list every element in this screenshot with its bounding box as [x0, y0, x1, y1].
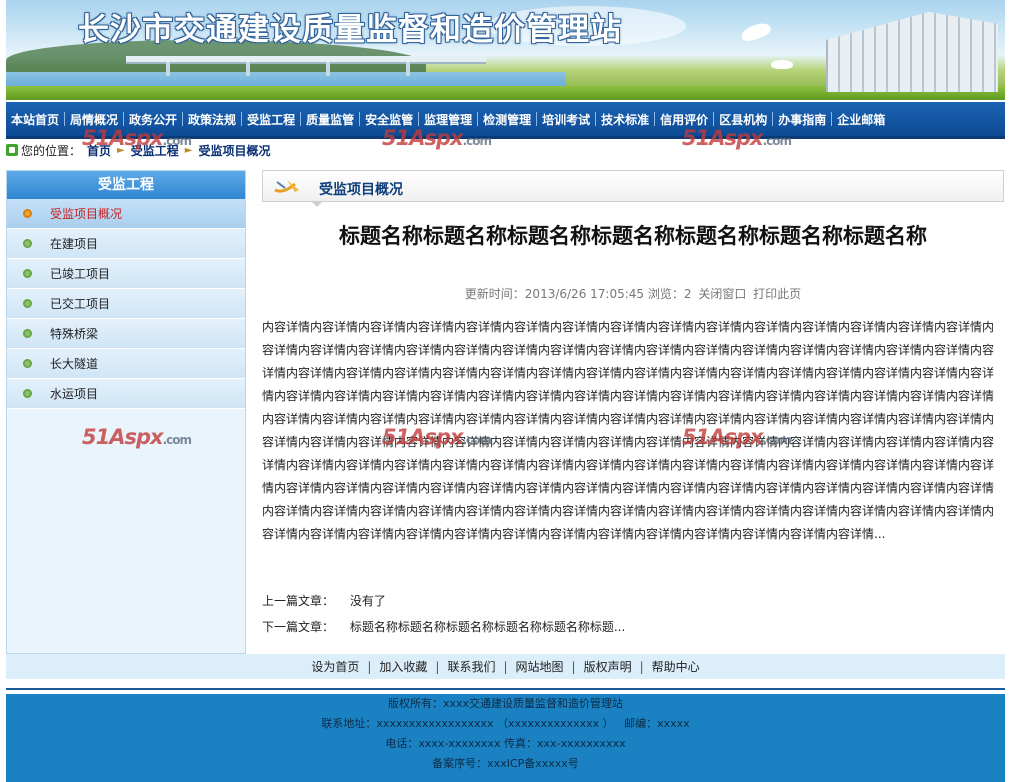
bullet-icon — [23, 389, 32, 398]
watermark-logo: 51Aspx.com — [682, 425, 792, 449]
nav-item[interactable]: 企业邮箱 — [832, 111, 890, 128]
nav-item[interactable]: 政务公开 — [124, 111, 182, 128]
site-banner: 长沙市交通建设质量监督和造价管理站 — [6, 0, 1005, 100]
nav-item[interactable]: 办事指南 — [773, 111, 831, 128]
sidebar-item[interactable]: 已交工项目 — [7, 289, 245, 319]
close-window-link[interactable]: 关闭窗口 — [698, 287, 746, 301]
nav-item[interactable]: 信用评价 — [655, 111, 713, 128]
article-title: 标题名称标题名称标题名称标题名称标题名称标题名称标题名称 — [339, 224, 927, 248]
next-article-link[interactable]: 标题名称标题名称标题名称标题名称标题名称标题... — [350, 620, 625, 634]
dove-icon — [739, 20, 773, 44]
sidebar-item[interactable]: 长大隧道 — [7, 349, 245, 379]
footer-link[interactable]: 加入收藏 — [371, 658, 435, 675]
sidebar-item-label: 受监项目概况 — [50, 207, 123, 221]
breadcrumb-current[interactable]: 受监项目概况 — [198, 142, 270, 159]
site-title: 长沙市交通建设质量监督和造价管理站 — [78, 12, 622, 48]
nav-item[interactable]: 局情概况 — [65, 111, 123, 128]
bullet-icon — [23, 269, 32, 278]
article-meta-info: 更新时间：2013/6/26 17:05:45 浏览：2 — [464, 287, 692, 301]
sidebar-item[interactable]: 在建项目 — [7, 229, 245, 259]
sidebar-item[interactable]: 受监项目概况 — [7, 199, 245, 229]
sidebar-item-label: 水运项目 — [50, 387, 99, 401]
nav-item[interactable]: 本站首页 — [6, 111, 64, 128]
sidebar-title: 受监工程 — [7, 171, 245, 199]
building-decoration — [826, 12, 998, 92]
location-icon — [6, 144, 18, 156]
bridge-pillar — [326, 62, 330, 76]
next-article: 下一篇文章： 标题名称标题名称标题名称标题名称标题名称标题... — [262, 618, 625, 635]
pen-icon — [274, 180, 299, 193]
copyright-icp: 备案序号：xxxICP备xxxxx号 — [432, 757, 579, 770]
nav-item[interactable]: 检测管理 — [478, 111, 536, 128]
nav-item[interactable]: 区县机构 — [714, 111, 772, 128]
bullet-icon — [23, 329, 32, 338]
sidebar-item-label: 在建项目 — [50, 237, 99, 251]
footer-link[interactable]: 网站地图 — [508, 658, 572, 675]
footer-copyright: 版权所有：xxxx交通建设质量监督和造价管理站 联系地址：xxxxxxxxxxx… — [6, 694, 1005, 782]
sidebar-item-label: 长大隧道 — [50, 357, 99, 371]
sidebar-item-label: 特殊桥梁 — [50, 327, 99, 341]
bullet-icon — [23, 209, 32, 218]
bridge-pillar — [406, 62, 410, 76]
footer-link[interactable]: 帮助中心 — [644, 658, 708, 675]
nav-item[interactable]: 质量监管 — [301, 111, 359, 128]
bullet-icon — [23, 359, 32, 368]
sidebar-item[interactable]: 已竣工项目 — [7, 259, 245, 289]
watermark-logo: 51Aspx.com — [682, 126, 792, 150]
bullet-icon — [23, 239, 32, 248]
nav-item[interactable]: 受监工程 — [242, 111, 300, 128]
watermark-logo: 51Aspx.com — [82, 425, 192, 449]
prev-article-value: 没有了 — [349, 594, 386, 608]
copyright-owner: 版权所有：xxxx交通建设质量监督和造价管理站 — [387, 697, 624, 710]
header-notch — [311, 201, 323, 207]
dove-icon — [771, 60, 793, 69]
article-meta: 更新时间：2013/6/26 17:05:45 浏览：2 关闭窗口 打印此页 — [262, 285, 1004, 302]
prev-article: 上一篇文章： 没有了 — [262, 592, 386, 609]
sidebar-item-label: 已交工项目 — [50, 297, 111, 311]
section-header: 受监项目概况 — [262, 170, 1004, 207]
watermark-logo: 51Aspx.com — [382, 126, 492, 150]
footer-link[interactable]: 联系我们 — [439, 658, 503, 675]
nav-item[interactable]: 安全监管 — [360, 111, 418, 128]
sidebar-item-label: 已竣工项目 — [50, 267, 111, 281]
sidebar-list: 受监项目概况 在建项目已竣工项目已交工项目特殊桥梁长大隧道水运项目 — [7, 199, 245, 409]
footer-link[interactable]: 设为首页 — [303, 658, 367, 675]
bridge-decoration — [126, 56, 486, 64]
section-title: 受监项目概况 — [319, 182, 403, 198]
nav-item[interactable]: 技术标准 — [596, 111, 654, 128]
breadcrumb-prefix: 您的位置： — [21, 143, 82, 158]
bridge-pillar — [246, 62, 250, 76]
article-body: 内容详情内容详情内容详情内容详情内容详情内容详情内容详情内容详情内容详情内容详情… — [262, 320, 995, 541]
prev-article-label: 上一篇文章： — [262, 594, 335, 608]
nav-item[interactable]: 培训考试 — [537, 111, 595, 128]
bridge-pillar — [166, 62, 170, 76]
footer-divider — [6, 688, 1005, 690]
nav-item[interactable]: 监理管理 — [419, 111, 477, 128]
footer-link[interactable]: 版权声明 — [576, 658, 640, 675]
copyright-phone: 电话：xxxx-xxxxxxxx 传真：xxx-xxxxxxxxxx — [385, 737, 626, 750]
copyright-address: 联系地址：xxxxxxxxxxxxxxxxxx （xxxxxxxxxxxxxx … — [321, 717, 690, 730]
watermark-logo: 51Aspx.com — [382, 425, 492, 449]
bullet-icon — [23, 299, 32, 308]
sidebar: 受监工程 受监项目概况 在建项目已竣工项目已交工项目特殊桥梁长大隧道水运项目 — [6, 170, 246, 654]
watermark-logo: 51Aspx.com — [82, 126, 192, 150]
sidebar-item[interactable]: 水运项目 — [7, 379, 245, 409]
next-article-label: 下一篇文章： — [262, 620, 335, 634]
print-page-link[interactable]: 打印此页 — [753, 287, 801, 301]
nav-item[interactable]: 政策法规 — [183, 111, 241, 128]
footer-links: 设为首页 | 加入收藏 | 联系我们 | 网站地图 | 版权声明 | 帮助中心 — [6, 654, 1005, 679]
sidebar-item[interactable]: 特殊桥梁 — [7, 319, 245, 349]
